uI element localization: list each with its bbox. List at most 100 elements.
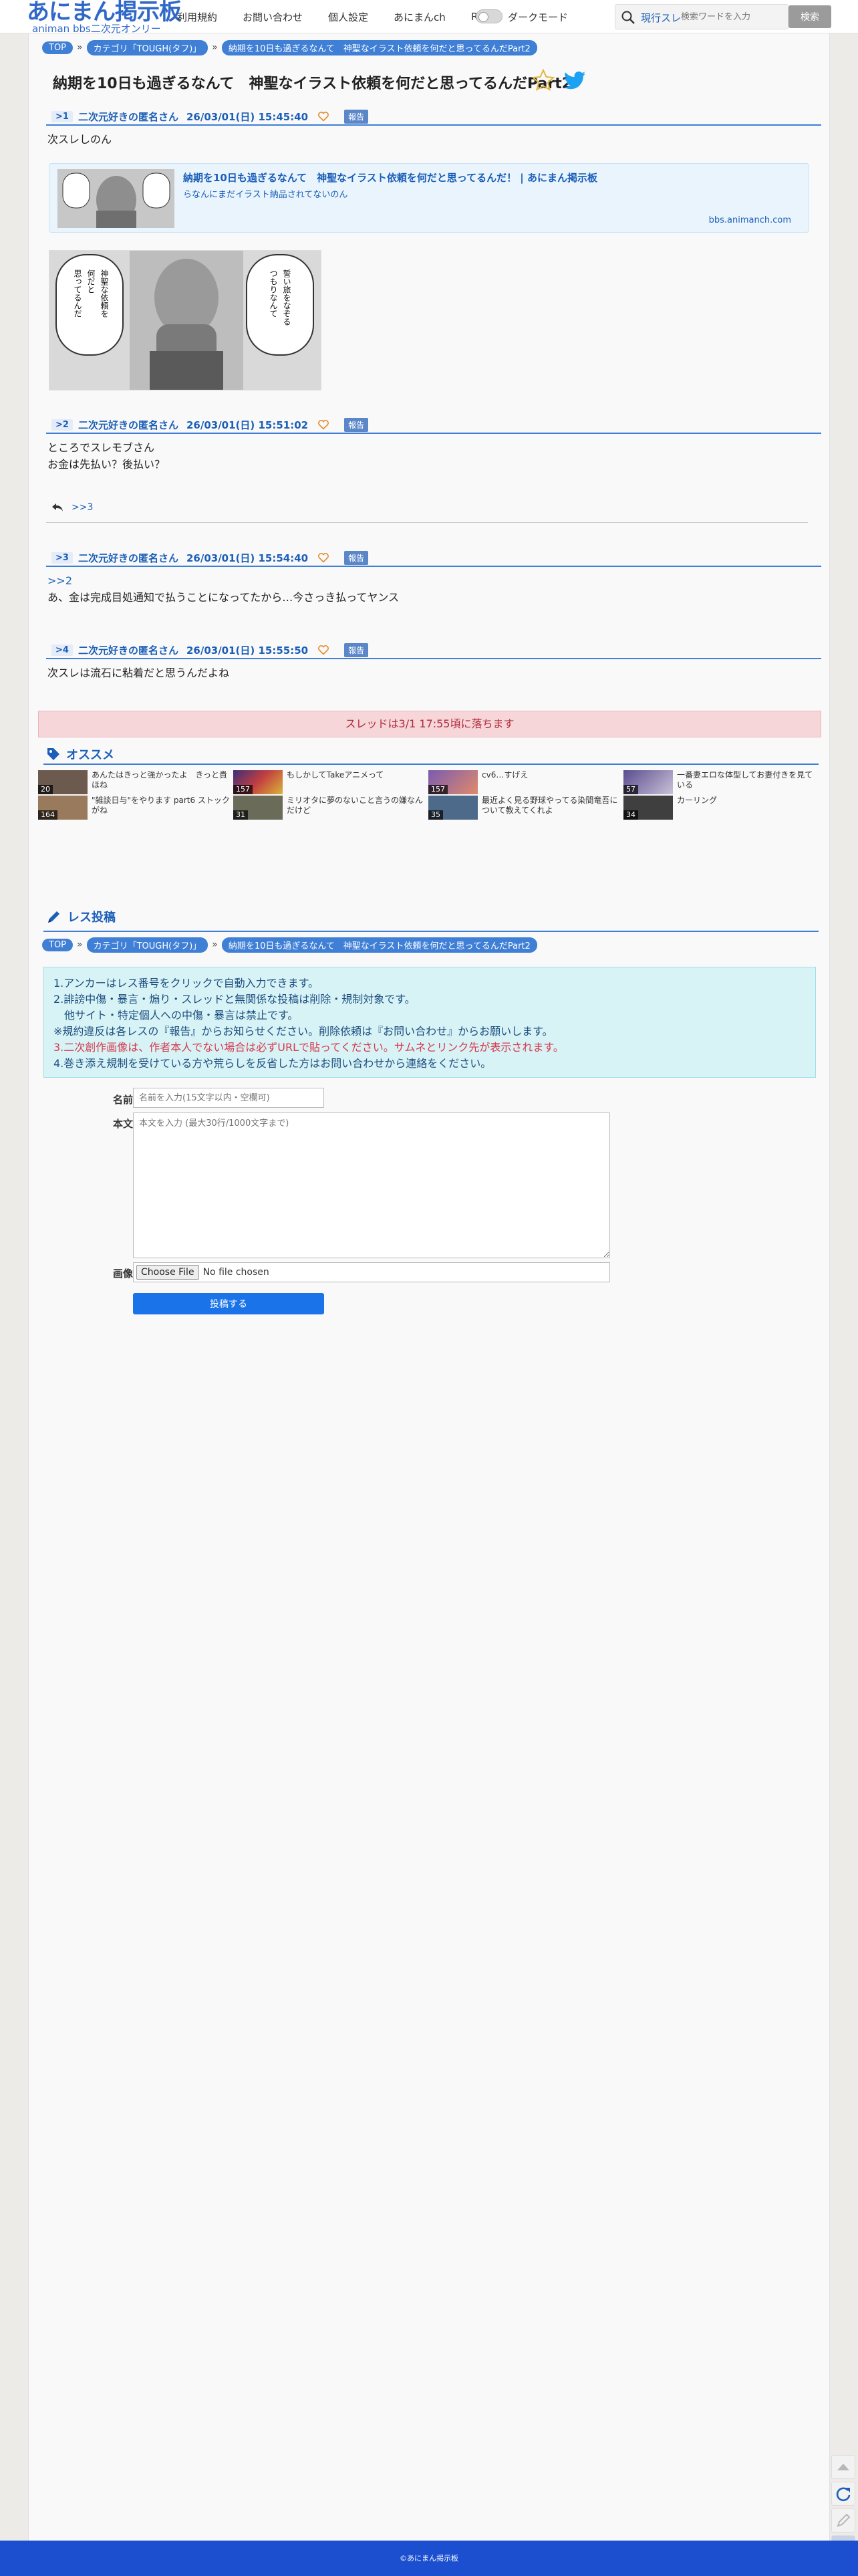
post-text-line: 次スレしのん: [47, 133, 112, 146]
recommend-item[interactable]: 164 "雑談日与"をやります part6 ストックがね: [38, 796, 232, 820]
twitter-icon[interactable]: [563, 71, 586, 91]
recommend-title: 最近よく見る野球やってる染間竜吾について教えてくれよ: [482, 796, 618, 815]
copyright-text: ©あにまん掲示板: [400, 2554, 458, 2563]
thread-title: 納期を10日も過ぎるなんて 神聖なイラスト依頼を何だと思ってるんだPart2: [53, 76, 573, 92]
post-author: 二次元好きの匿名さん: [78, 419, 178, 431]
post-number[interactable]: >2: [51, 419, 73, 431]
reply-anchor-link[interactable]: >>3: [72, 502, 93, 513]
posting-rules-notice: 1.アンカーはレス番号をクリックで自動入力できます。 2.誹謗中傷・暴言・煽り・…: [43, 967, 816, 1078]
breadcrumb-category[interactable]: カテゴリ「TOUGH(タフ)」: [86, 39, 208, 55]
post-text-line: ところでスレモブさん: [47, 441, 155, 454]
post-date: 26/03/01(日) 15:51:02: [186, 419, 309, 431]
logo-title: あにまん掲示板: [27, 0, 182, 25]
report-button[interactable]: 報告: [344, 642, 369, 657]
breadcrumb-top[interactable]: TOP: [42, 41, 74, 54]
recommend-title: 一番妻エロな体型してお妻付きを見ている: [677, 770, 813, 790]
report-button[interactable]: 報告: [344, 550, 369, 565]
breadcrumb-category[interactable]: カテゴリ「TOUGH(タフ)」: [86, 937, 208, 953]
recommend-item[interactable]: 35 最近よく見る野球やってる染間竜吾について教えてくれよ: [428, 796, 622, 820]
recommend-heading-text: オススメ: [66, 748, 114, 762]
recommend-item[interactable]: 34 カーリング: [623, 796, 817, 820]
heart-icon[interactable]: [317, 110, 329, 122]
recommend-item[interactable]: 57 一番妻エロな体型してお妻付きを見ている: [623, 770, 817, 794]
breadcrumb-top[interactable]: TOP: [42, 938, 74, 951]
thread-expiry-notice: スレッドは3/1 17:55頃に落ちます: [38, 711, 821, 737]
recommend-item[interactable]: 31 ミリオタに夢のないこと言うの嫌なんだけど: [233, 796, 427, 820]
post-image[interactable]: 神聖な依頼を 何だと 思ってるんだ 誓い旅をなぞる つもりなんて: [49, 250, 321, 390]
rule-line: 3.二次創作画像は、作者本人でない場合は必ずURLで貼ってください。サムネとリン…: [53, 1041, 564, 1054]
breadcrumb-separator: »: [212, 939, 218, 950]
dark-mode-toggle[interactable]: [476, 9, 503, 23]
scroll-top-button[interactable]: [831, 2455, 855, 2479]
anchor-link[interactable]: >>2: [47, 572, 821, 589]
image-file-input[interactable]: Choose File No file chosen: [133, 1262, 610, 1282]
divider: [43, 931, 819, 932]
heart-icon[interactable]: [317, 419, 329, 431]
recommend-thumbnail: 57: [623, 770, 673, 794]
search-button[interactable]: 検索: [789, 5, 831, 28]
search-scope[interactable]: 現行スレ: [641, 11, 681, 25]
post-form-heading-text: レス投稿: [67, 911, 116, 925]
submit-post-button[interactable]: 投稿する: [133, 1293, 324, 1314]
search-input[interactable]: [681, 7, 781, 26]
link-card-thumbnail: [57, 169, 174, 228]
post-2: >2 二次元好きの匿名さん 26/03/01(日) 15:51:02 報告 とこ…: [46, 417, 821, 530]
post-number[interactable]: >3: [51, 552, 73, 564]
recommend-item[interactable]: 157 もしかしてTakeアニメって: [233, 770, 427, 794]
search-icon: [621, 11, 635, 24]
file-status: No file chosen: [202, 1267, 269, 1278]
post-number[interactable]: >1: [51, 110, 73, 122]
image-label: 画像: [112, 1268, 133, 1280]
speech-bubble-text: 何だと: [86, 269, 96, 294]
nav-contact[interactable]: お問い合わせ: [243, 10, 303, 24]
recommend-thumbnail: 157: [428, 770, 478, 794]
link-card-site: bbs.animanch.com: [708, 215, 791, 225]
recommend-thumbnail: 34: [623, 796, 673, 820]
post-author: 二次元好きの匿名さん: [78, 552, 178, 564]
post-body: 次スレしのん: [46, 126, 821, 148]
recommend-item[interactable]: 157 cv6…すげえ: [428, 770, 622, 794]
recommend-item[interactable]: 20 あんたはきっと強かったよ きっと貴ほね: [38, 770, 232, 794]
post-text-line: 次スレは流石に粘着だと思うんだよね: [47, 667, 230, 679]
post-body: >>2 あ、金は完成目処通知で払うことになってたから…今さっき払ってヤンス: [46, 567, 821, 606]
rule-line: 1.アンカーはレス番号をクリックで自動入力できます。: [53, 977, 319, 989]
recommend-thumbnail: 35: [428, 796, 478, 820]
name-label: 名前: [112, 1094, 133, 1106]
breadcrumb-thread[interactable]: 納期を10日も過ぎるなんて 神聖なイラスト依頼を何だと思ってるんだPart2: [221, 937, 537, 953]
post-body: 次スレは流石に粘着だと思うんだよね: [46, 659, 821, 681]
star-icon[interactable]: [531, 68, 555, 92]
report-button[interactable]: 報告: [344, 109, 369, 124]
heart-icon[interactable]: [317, 644, 329, 656]
recommend-title: もしかしてTakeアニメって: [287, 770, 384, 780]
heart-icon[interactable]: [317, 552, 329, 564]
write-button[interactable]: [831, 2508, 855, 2533]
link-card[interactable]: 納期を10日も過ぎるなんて 神聖なイラスト依頼を何だと思ってるんだ！ | あにま…: [49, 163, 809, 233]
name-input[interactable]: [133, 1088, 324, 1108]
nav-animanch[interactable]: あにまんch: [394, 10, 446, 24]
post-author: 二次元好きの匿名さん: [78, 110, 178, 123]
site-logo[interactable]: あにまん掲示板 animan bbs二次元オンリー: [27, 0, 182, 35]
body-textarea[interactable]: [133, 1113, 610, 1258]
report-button[interactable]: 報告: [344, 417, 369, 432]
nav-terms[interactable]: 利用規約: [177, 10, 217, 24]
recommend-thumbnail: 157: [233, 770, 283, 794]
nav-settings[interactable]: 個人設定: [328, 10, 368, 24]
post-number[interactable]: >4: [51, 644, 73, 656]
recommend-title: "雑談日与"をやります part6 ストックがね: [92, 796, 230, 815]
divider: [46, 522, 808, 523]
rule-line: 他サイト・特定個人への中傷・暴言は禁止です。: [53, 1009, 299, 1022]
rule-line: 4.巻き添え規制を受けている方や荒らしを反省した方はお問い合わせから連絡をくださ…: [53, 1057, 492, 1070]
choose-file-button[interactable]: Choose File: [136, 1265, 199, 1280]
pencil-icon: [48, 911, 59, 923]
recommend-thumbnail: 31: [233, 796, 283, 820]
reload-button[interactable]: [831, 2482, 855, 2506]
comment-count: 157: [233, 785, 253, 794]
breadcrumb-thread[interactable]: 納期を10日も過ぎるなんて 神聖なイラスト依頼を何だと思ってるんだPart2: [221, 39, 537, 55]
breadcrumb-separator: »: [212, 42, 218, 53]
site-header: あにまん掲示板 animan bbs二次元オンリー 利用規約 お問い合わせ 個人…: [0, 0, 858, 35]
rule-line: 2.誹謗中傷・暴言・煽り・スレッドと無関係な投稿は削除・規制対象です。: [53, 993, 416, 1006]
rule-line: ※規約違反は各レスの『報告』からお知らせください。削除依頼は『お問い合わせ』から…: [53, 1025, 553, 1038]
recommend-thumbnail: 164: [38, 796, 88, 820]
speech-bubble-text: 思ってるんだ: [73, 269, 82, 318]
post-form-heading: レス投稿: [46, 908, 116, 925]
